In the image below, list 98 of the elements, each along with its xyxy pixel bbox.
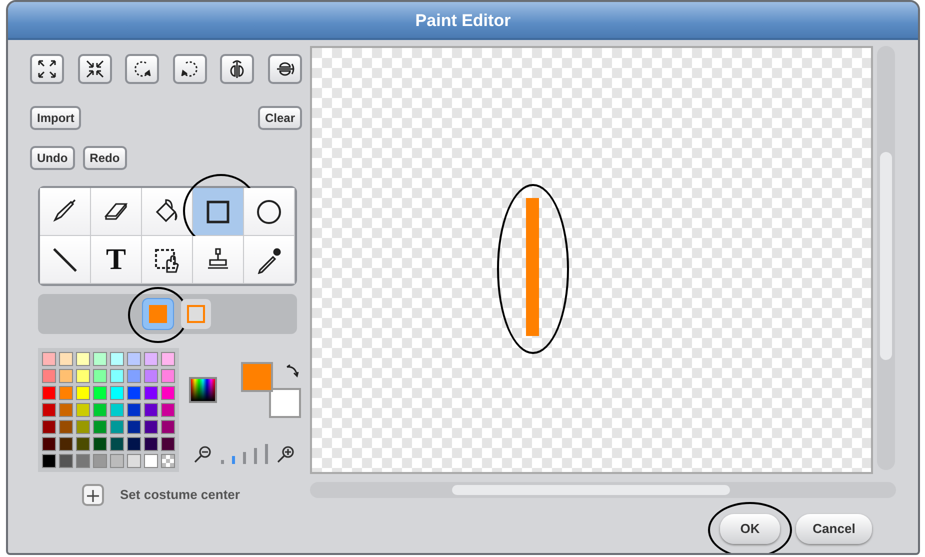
color-swatch[interactable]	[76, 420, 90, 434]
horizontal-scrollbar[interactable]	[310, 482, 896, 498]
color-swatch[interactable]	[42, 454, 56, 468]
color-swatch[interactable]	[161, 403, 175, 417]
color-swatch[interactable]	[127, 369, 141, 383]
color-swatch[interactable]	[144, 403, 158, 417]
color-swatch[interactable]	[93, 386, 107, 400]
rotate-right-button[interactable]	[172, 54, 207, 84]
outline-mode-button[interactable]	[180, 299, 210, 329]
tool-button[interactable]	[142, 188, 193, 236]
color-swatch[interactable]	[59, 352, 73, 366]
flip-vertical-button[interactable]	[268, 54, 302, 84]
grow-button[interactable]	[30, 54, 64, 84]
color-swatch[interactable]	[42, 403, 56, 417]
color-swatch[interactable]	[161, 437, 175, 451]
color-swatch[interactable]	[161, 386, 175, 400]
color-swatch[interactable]	[110, 454, 124, 468]
color-swatch[interactable]	[127, 352, 141, 366]
background-color-swatch[interactable]	[269, 388, 301, 418]
cancel-button[interactable]: Cancel	[796, 514, 872, 544]
color-swatch[interactable]	[93, 420, 107, 434]
ellipse-icon	[255, 198, 283, 226]
vertical-scrollbar[interactable]	[877, 46, 895, 470]
color-swatch[interactable]	[110, 420, 124, 434]
color-swatch[interactable]	[127, 420, 141, 434]
costume-center-label: Set costume center	[120, 486, 240, 504]
color-swatch[interactable]	[144, 352, 158, 366]
color-swatch[interactable]	[110, 386, 124, 400]
color-swatch[interactable]	[59, 437, 73, 451]
line-icon	[51, 246, 79, 274]
shrink-button[interactable]	[78, 54, 112, 84]
grow-icon	[36, 58, 58, 80]
rotate-left-button[interactable]	[125, 54, 160, 84]
color-swatch[interactable]	[144, 386, 158, 400]
color-swatch[interactable]	[93, 369, 107, 383]
tool-button[interactable]	[91, 188, 142, 236]
tool-button[interactable]	[142, 236, 193, 284]
color-swatch[interactable]	[76, 352, 90, 366]
history-button[interactable]: Redo	[82, 146, 127, 170]
color-swatch[interactable]	[93, 454, 107, 468]
color-swatch[interactable]	[93, 403, 107, 417]
edit-button[interactable]: Clear	[258, 106, 302, 130]
color-swatch[interactable]	[76, 386, 90, 400]
history-button[interactable]: Undo	[30, 146, 75, 170]
color-swatch[interactable]	[127, 386, 141, 400]
tool-button[interactable]	[193, 188, 244, 236]
color-swatch[interactable]	[110, 437, 124, 451]
color-spectrum-button[interactable]	[189, 377, 217, 403]
filled-mode-button[interactable]	[142, 299, 172, 329]
color-swatch[interactable]	[93, 437, 107, 451]
color-swatch[interactable]	[144, 454, 158, 468]
color-swatch[interactable]	[127, 403, 141, 417]
zoom-out-icon[interactable]	[193, 444, 213, 464]
tool-button[interactable]	[40, 236, 91, 284]
color-swatch[interactable]	[42, 352, 56, 366]
color-swatch[interactable]	[76, 403, 90, 417]
plus-button[interactable]	[82, 484, 104, 506]
color-swatch[interactable]	[59, 386, 73, 400]
flip-horizontal-button[interactable]	[220, 54, 254, 84]
color-swatch[interactable]	[110, 369, 124, 383]
color-swatch[interactable]	[76, 454, 90, 468]
color-swatch[interactable]	[59, 420, 73, 434]
window-title: Paint Editor	[8, 2, 918, 40]
color-swatch[interactable]	[161, 352, 175, 366]
tool-button[interactable]	[244, 236, 295, 284]
color-swatch[interactable]	[127, 437, 141, 451]
swap-arrow-icon[interactable]	[285, 364, 299, 378]
edit-button[interactable]: Import	[30, 106, 82, 130]
color-swatch[interactable]	[93, 352, 107, 366]
color-swatch[interactable]	[76, 437, 90, 451]
color-swatch[interactable]	[161, 420, 175, 434]
color-swatch[interactable]	[42, 420, 56, 434]
drawing-canvas[interactable]	[310, 46, 873, 474]
shrink-icon	[84, 58, 106, 80]
color-swatch[interactable]	[42, 386, 56, 400]
tool-button[interactable]	[244, 188, 295, 236]
color-swatch[interactable]	[127, 454, 141, 468]
color-swatch[interactable]	[59, 403, 73, 417]
color-swatch[interactable]	[59, 369, 73, 383]
plus-icon	[87, 490, 99, 502]
tool-button[interactable]	[193, 236, 244, 284]
tool-button[interactable]	[40, 188, 91, 236]
color-swatch[interactable]	[110, 352, 124, 366]
transparent-swatch[interactable]	[161, 454, 175, 468]
color-swatch[interactable]	[110, 403, 124, 417]
color-swatch[interactable]	[59, 454, 73, 468]
color-swatch[interactable]	[42, 437, 56, 451]
ok-button[interactable]: OK	[720, 514, 780, 544]
text-tool-button[interactable]: T	[91, 236, 142, 284]
color-swatch[interactable]	[144, 437, 158, 451]
foreground-color-swatch[interactable]	[241, 362, 273, 392]
color-swatch[interactable]	[161, 369, 175, 383]
color-swatch[interactable]	[76, 369, 90, 383]
eyedropper-icon	[255, 246, 283, 274]
color-swatch[interactable]	[144, 420, 158, 434]
color-swatch[interactable]	[42, 369, 56, 383]
zoom-in-icon[interactable]	[276, 444, 296, 464]
color-swatch[interactable]	[144, 369, 158, 383]
